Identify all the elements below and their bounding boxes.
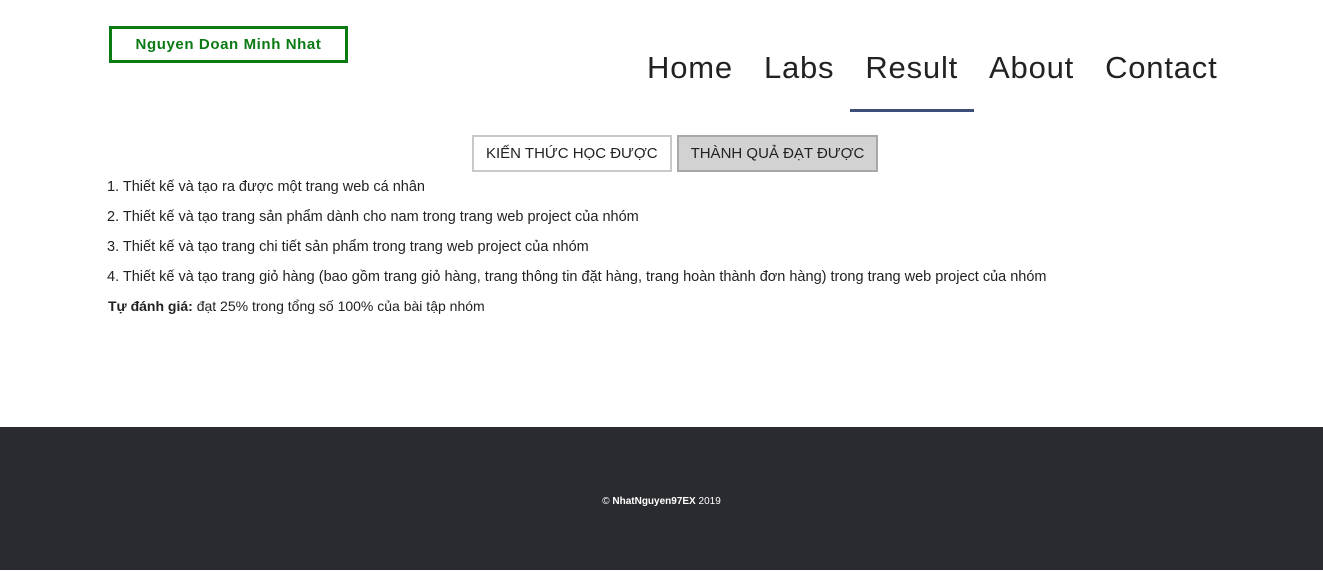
copyright-symbol: © — [602, 496, 610, 507]
site-footer: © NhatNguyen97EX 2019 — [0, 427, 1323, 570]
copyright-author: NhatNguyen97EX — [612, 496, 696, 507]
nav-label-labs: Labs — [763, 50, 835, 85]
self-assessment-label: Tự đánh giá: — [108, 298, 193, 314]
nav-label-about: About — [989, 50, 1075, 85]
results-list: 1. Thiết kế và tạo ra được một trang web… — [107, 176, 1047, 296]
nav-item-contact[interactable]: Contact — [1090, 48, 1233, 109]
result-tabs: KIẾN THỨC HỌC ĐƯỢC THÀNH QUẢ ĐẠT ĐƯỢC — [472, 135, 879, 172]
nav-item-labs[interactable]: Labs — [748, 48, 849, 109]
list-item: 4. Thiết kế và tạo trang giỏ hàng (bao g… — [107, 269, 1047, 285]
main-nav: Home Labs Result About Contact — [632, 48, 1233, 112]
logo-text: Nguyen Doan Minh Nhat — [135, 36, 322, 53]
list-item: 2. Thiết kế và tạo trang sản phẩm dành c… — [107, 209, 639, 225]
copyright-text: © NhatNguyen97EX 2019 — [0, 496, 1323, 507]
nav-label-contact: Contact — [1105, 50, 1218, 85]
self-assessment-text: đạt 25% trong tổng số 100% của bài tập n… — [192, 298, 485, 314]
nav-item-about[interactable]: About — [974, 48, 1090, 109]
tab-label: KIẾN THỨC HỌC ĐƯỢC — [486, 145, 658, 162]
nav-label-home: Home — [647, 50, 733, 85]
self-assessment: Tự đánh giá: đạt 25% trong tổng số 100% … — [108, 298, 485, 314]
nav-item-home[interactable]: Home — [632, 48, 749, 109]
nav-label-result: Result — [865, 50, 959, 85]
list-item: 1. Thiết kế và tạo ra được một trang web… — [107, 179, 425, 195]
tab-knowledge-learned[interactable]: KIẾN THỨC HỌC ĐƯỢC — [472, 135, 672, 172]
nav-item-result[interactable]: Result — [849, 48, 974, 112]
copyright-year: 2019 — [695, 496, 721, 507]
tab-achievements[interactable]: THÀNH QUẢ ĐẠT ĐƯỢC — [676, 135, 879, 172]
tab-label: THÀNH QUẢ ĐẠT ĐƯỢC — [690, 145, 865, 162]
site-logo[interactable]: Nguyen Doan Minh Nhat — [109, 26, 348, 63]
list-item: 3. Thiết kế và tạo trang chi tiết sản ph… — [107, 239, 589, 255]
